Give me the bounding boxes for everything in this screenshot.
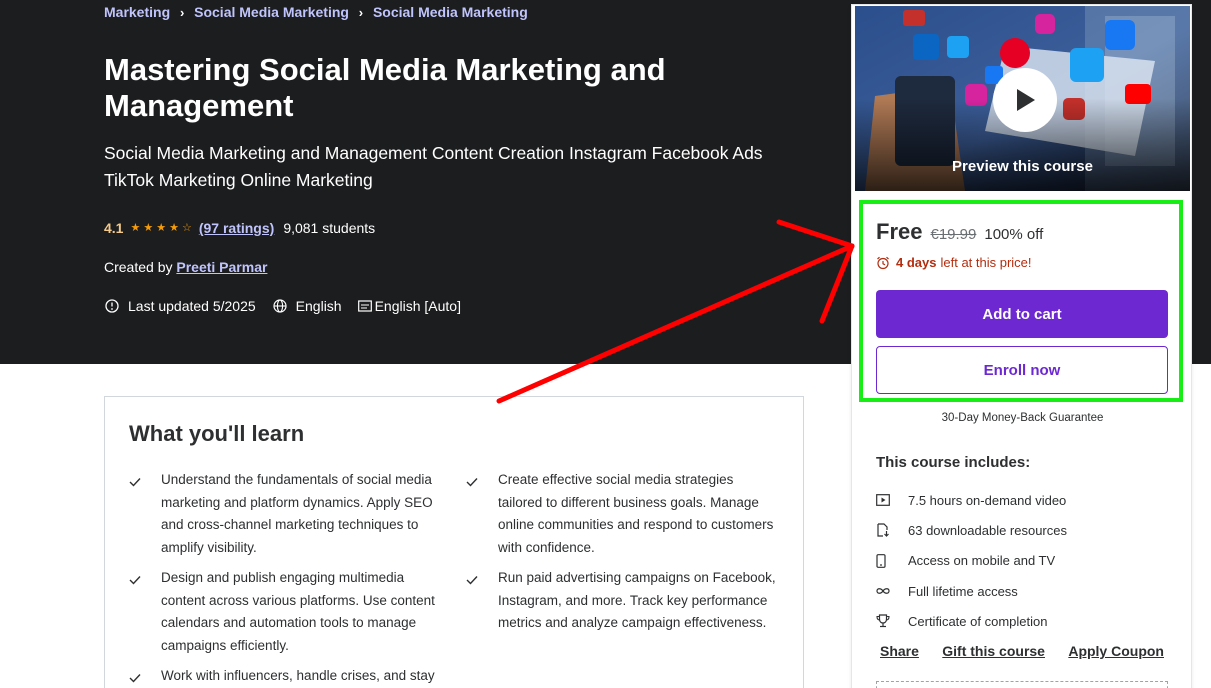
chevron-right-icon: › bbox=[358, 4, 364, 20]
star-rating: ★ ★ ★ ★ ☆ bbox=[130, 221, 192, 234]
includes-item: Certificate of completion bbox=[876, 606, 1067, 636]
includes-item: Access on mobile and TV bbox=[876, 546, 1067, 576]
apply-coupon-link[interactable]: Apply Coupon bbox=[1068, 643, 1164, 659]
includes-item: 63 downloadable resources bbox=[876, 515, 1067, 545]
star-icon: ★ bbox=[169, 221, 179, 234]
captions: English [Auto] bbox=[357, 298, 461, 314]
money-back-guarantee: 30-Day Money-Back Guarantee bbox=[941, 412, 1104, 424]
includes-item: 7.5 hours on-demand video bbox=[876, 485, 1067, 515]
closed-captions-icon bbox=[357, 300, 372, 312]
coupon-box bbox=[876, 681, 1168, 688]
learn-item: Design and publish engaging multimedia c… bbox=[129, 567, 466, 657]
includes-item-text: 63 downloadable resources bbox=[908, 522, 1067, 538]
language-text: English bbox=[295, 298, 342, 314]
rating-number: 4.1 bbox=[104, 220, 124, 236]
learn-item-text: Understand the fundamentals of social me… bbox=[161, 472, 433, 555]
star-icon: ★ bbox=[143, 221, 154, 234]
learn-item-text: Run paid advertising campaigns on Facebo… bbox=[498, 570, 776, 630]
last-updated: Last updated 5/2025 bbox=[104, 298, 256, 314]
video-icon bbox=[876, 494, 908, 507]
instructor-link[interactable]: Preeti Parmar bbox=[176, 259, 267, 275]
mobile-icon bbox=[876, 553, 908, 568]
rating-summary: 4.1 ★ ★ ★ ★ ☆ (97 ratings) 9,081 student… bbox=[104, 218, 375, 238]
captions-text: English [Auto] bbox=[374, 298, 461, 314]
preview-label: Preview this course bbox=[952, 158, 1093, 175]
breadcrumb-item[interactable]: Marketing bbox=[104, 4, 170, 20]
trophy-icon bbox=[876, 614, 908, 628]
includes-item-text: Access on mobile and TV bbox=[908, 553, 1056, 569]
chevron-right-icon: › bbox=[179, 4, 185, 20]
share-link[interactable]: Share bbox=[880, 643, 919, 659]
sidebar-actions: Share Gift this course Apply Coupon bbox=[876, 643, 1168, 659]
course-landing-page: Marketing › Social Media Marketing › Soc… bbox=[0, 0, 1211, 688]
course-title: Mastering Social Media Marketing and Man… bbox=[104, 52, 666, 123]
includes-list: 7.5 hours on-demand video 63 downloadabl… bbox=[876, 485, 1067, 636]
checkmark-icon bbox=[466, 469, 498, 559]
language: English bbox=[272, 298, 342, 314]
learn-item: Create effective social media strategies… bbox=[466, 469, 781, 559]
breadcrumb: Marketing › Social Media Marketing › Soc… bbox=[104, 4, 528, 20]
alert-badge-icon bbox=[105, 299, 119, 313]
includes-heading: This course includes: bbox=[876, 454, 1031, 471]
learn-list: Understand the fundamentals of social me… bbox=[129, 469, 781, 688]
infinity-icon bbox=[876, 587, 908, 595]
checkmark-icon bbox=[129, 469, 161, 559]
last-updated-text: Last updated 5/2025 bbox=[128, 298, 256, 314]
highlight-box bbox=[859, 200, 1183, 402]
learn-item-text: Design and publish engaging multimedia c… bbox=[161, 570, 435, 653]
students-count: 9,081 students bbox=[283, 220, 376, 236]
checkmark-icon bbox=[129, 567, 161, 657]
course-meta: Last updated 5/2025 English English [Aut… bbox=[104, 296, 477, 316]
globe-icon bbox=[273, 299, 287, 313]
learn-item: Understand the fundamentals of social me… bbox=[129, 469, 466, 559]
learn-heading: What you'll learn bbox=[129, 421, 305, 446]
star-icon: ★ bbox=[156, 221, 167, 234]
ratings-count-link[interactable]: (97 ratings) bbox=[199, 220, 274, 236]
download-file-icon bbox=[876, 523, 908, 538]
includes-item-text: 7.5 hours on-demand video bbox=[908, 492, 1067, 508]
what-youll-learn: What you'll learn Understand the fundame… bbox=[104, 396, 804, 688]
includes-item-text: Full lifetime access bbox=[908, 583, 1018, 599]
play-icon bbox=[1017, 89, 1035, 111]
breadcrumb-item[interactable]: Social Media Marketing bbox=[373, 4, 528, 20]
breadcrumb-item[interactable]: Social Media Marketing bbox=[194, 4, 349, 20]
star-icon: ★ bbox=[130, 221, 141, 234]
includes-item-text: Certificate of completion bbox=[908, 613, 1048, 629]
created-by-label: Created by bbox=[104, 259, 173, 275]
course-preview[interactable]: Preview this course bbox=[855, 6, 1190, 191]
star-outline-icon: ☆ bbox=[181, 221, 192, 234]
play-button[interactable] bbox=[993, 68, 1057, 132]
gift-course-link[interactable]: Gift this course bbox=[942, 643, 1045, 659]
learn-item: Work with influencers, handle crises, an… bbox=[129, 665, 466, 688]
created-by: Created by Preeti Parmar bbox=[104, 259, 267, 275]
course-subtitle: Social Media Marketing and Management Co… bbox=[104, 143, 763, 190]
learn-item-text: Work with influencers, handle crises, an… bbox=[161, 668, 435, 683]
learn-item-text: Create effective social media strategies… bbox=[498, 472, 774, 555]
includes-item: Full lifetime access bbox=[876, 576, 1067, 606]
checkmark-icon bbox=[466, 567, 498, 657]
checkmark-icon bbox=[129, 665, 161, 688]
learn-item: Run paid advertising campaigns on Facebo… bbox=[466, 567, 781, 657]
